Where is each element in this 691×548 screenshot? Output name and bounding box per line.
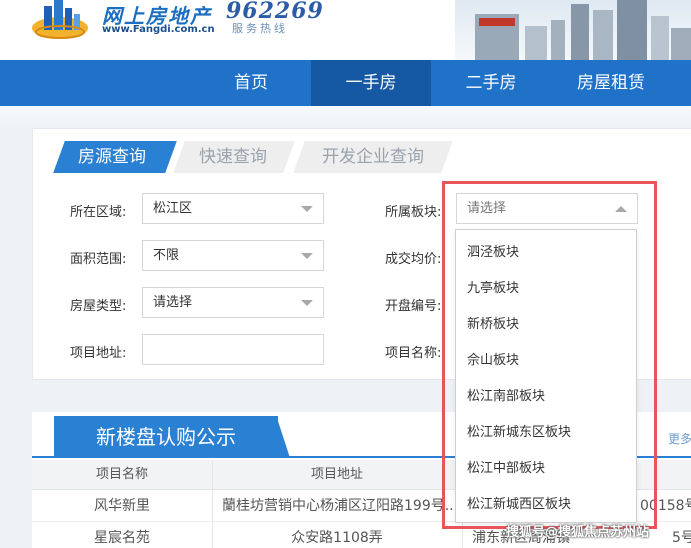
price-label: 成交均价:: [385, 252, 442, 267]
nav-item-rental[interactable]: 房屋租赁: [551, 60, 671, 106]
nav-item-new-homes[interactable]: 一手房: [311, 60, 431, 106]
tab-listing-search[interactable]: 房源查询: [53, 141, 171, 173]
divider-band: [0, 106, 691, 128]
column-separator: [212, 490, 213, 521]
nav-item-home[interactable]: 首页: [192, 60, 310, 106]
row-project-name[interactable]: 风华新里: [32, 490, 212, 522]
site-header: 网上房地产 www.Fangdi.com.cn 962269 服务热线: [0, 0, 691, 60]
opening-label: 开盘编号:: [385, 299, 442, 314]
area-select[interactable]: 不限: [142, 240, 324, 271]
chevron-down-icon: [301, 300, 313, 306]
header-project-name: 项目名称: [95, 467, 148, 482]
more-link[interactable]: 更多: [668, 430, 691, 447]
page: 网上房地产 www.Fangdi.com.cn 962269 服务热线 首页 一…: [0, 0, 691, 548]
block-label: 所属板块:: [385, 205, 442, 220]
header-project-address: 项目地址: [310, 467, 363, 482]
logo-url: www.Fangdi.com.cn: [102, 24, 215, 35]
type-label: 房屋类型:: [70, 299, 127, 314]
logo-icon[interactable]: [30, 0, 96, 42]
district-select[interactable]: 松江区: [142, 193, 324, 224]
address-input[interactable]: [142, 334, 324, 365]
watermark: 搜狐号@搜狐焦点苏州站: [506, 525, 650, 540]
area-value: 不限: [153, 248, 180, 263]
city-skyline-image: [455, 0, 691, 60]
column-separator: [212, 460, 213, 489]
column-separator: [212, 522, 213, 548]
name-label: 项目名称:: [385, 346, 442, 361]
tab-quick-search[interactable]: 快速查询: [177, 141, 289, 173]
district-value: 松江区: [153, 201, 193, 216]
hotline-label: 服务热线: [232, 22, 288, 35]
type-select[interactable]: 请选择: [142, 287, 324, 318]
tab-developer-search[interactable]: 开发企业查询: [299, 141, 447, 173]
highlight-box: [442, 181, 657, 529]
address-label: 项目地址:: [70, 346, 127, 361]
chevron-down-icon: [301, 206, 313, 212]
section-title: 新楼盘认购公示: [96, 425, 236, 449]
row-project-address: 蘭桂坊营销中心杨浦区辽阳路199号...: [222, 498, 459, 514]
chevron-down-icon: [301, 253, 313, 259]
row-project-address: 众安路1108弄: [291, 530, 383, 546]
district-label: 所在区域:: [70, 205, 127, 220]
type-value: 请选择: [153, 295, 193, 310]
row-tail-value: 5号: [672, 530, 691, 546]
row-project-name[interactable]: 星宸名苑: [32, 522, 212, 548]
area-label: 面积范围:: [70, 252, 127, 267]
main-nav: 首页 一手房 二手房 房屋租赁: [0, 60, 691, 106]
nav-item-second-hand[interactable]: 二手房: [431, 60, 551, 106]
